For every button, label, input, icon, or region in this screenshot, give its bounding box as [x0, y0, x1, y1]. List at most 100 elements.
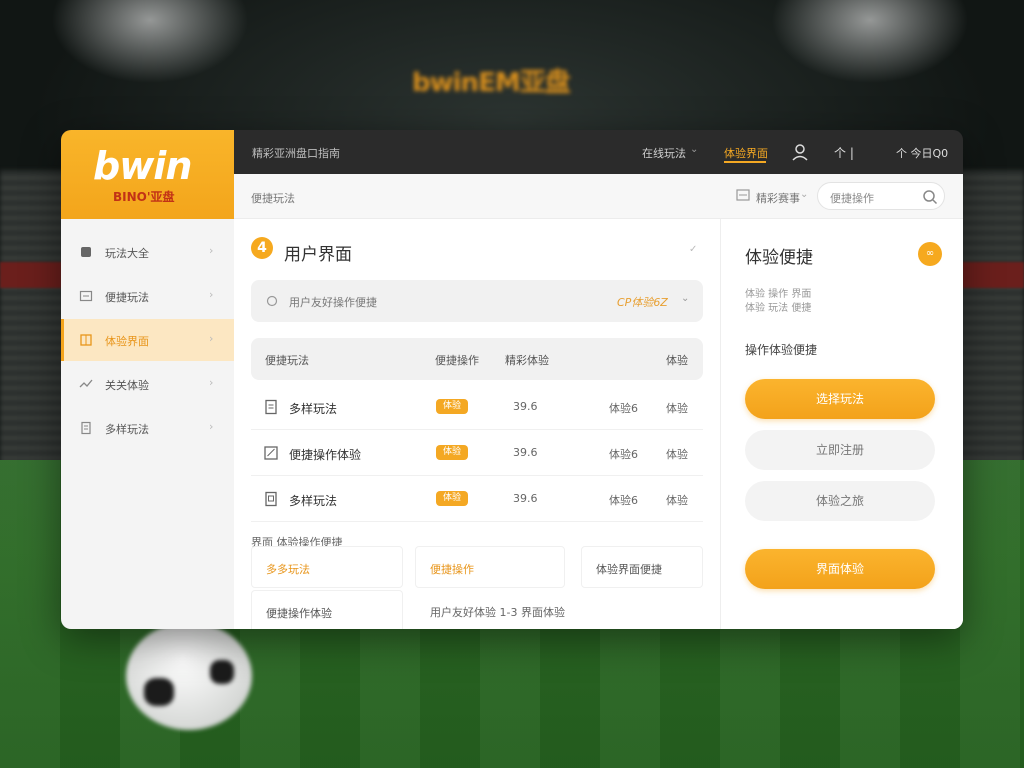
content-area: 便捷玩法 精彩赛事 ⌄ 便捷操作 4 用户界面 ✓ 用户友好操作便捷 CP体验6… [234, 174, 963, 629]
brand-subtitle: BINO'亚盘 [113, 190, 175, 204]
chevron-down-icon[interactable]: ⌄ [800, 189, 808, 200]
sidebar-item-4[interactable]: 关关体验 › [61, 363, 234, 405]
active-tab-underline [724, 161, 766, 163]
link-icon[interactable]: ∞ [918, 242, 942, 266]
subbar-label: 便捷玩法 [251, 192, 295, 205]
settings-icon [266, 295, 278, 307]
topbar-time: 个 今日Q0 [896, 147, 949, 160]
search-placeholder: 便捷操作 [830, 192, 874, 205]
filter-dropdown[interactable]: 精彩赛事 [756, 190, 800, 206]
bottom-text: 用户友好体验 1-3 界面体验 [430, 606, 565, 619]
chevron-down-icon[interactable]: ⌄ [690, 144, 698, 155]
chevron-right-icon: › [209, 244, 214, 257]
chevron-right-icon: › [209, 288, 214, 301]
sidebar-item-label: 便捷玩法 [105, 291, 149, 304]
stands-right [954, 170, 1024, 470]
row-name: 多样玩法 [289, 494, 338, 508]
right-panel: 体验便捷 ∞ 体验 操作 界面 体验 玩法 便捷 操作体验便捷 选择玩法 立即注… [720, 219, 963, 629]
row-value-2: 体验6 [609, 402, 638, 415]
row-end: 体验 [666, 402, 688, 415]
user-icon[interactable] [790, 142, 810, 162]
right-meta-2: 体验 玩法 便捷 [745, 303, 812, 314]
doc-icon [81, 421, 91, 435]
filter-select[interactable]: 用户友好操作便捷 CP体验6Z ⌄ [251, 280, 703, 322]
ad-board-left [0, 262, 62, 288]
row-badge: 体验 [436, 491, 468, 506]
search-icon[interactable] [922, 189, 938, 205]
row-badge: 体验 [436, 399, 468, 414]
right-panel-title: 体验便捷 [745, 248, 813, 268]
chevron-down-icon: ⌄ [681, 293, 690, 304]
soccer-ball-image [126, 622, 252, 730]
chevron-right-icon: › [209, 376, 214, 389]
register-button[interactable]: 立即注册 [745, 430, 935, 470]
row-value: 39.6 [513, 446, 538, 459]
sidebar-item-1[interactable]: 玩法大全 › [61, 231, 234, 273]
panel-title: 用户界面 [284, 245, 352, 265]
chevron-right-icon: › [209, 332, 214, 345]
list-icon [79, 290, 93, 302]
ad-board-right [962, 262, 1024, 288]
sidebar-item-label: 体验界面 [105, 335, 149, 348]
stands-left [0, 170, 70, 470]
sub-toolbar: 便捷玩法 精彩赛事 ⌄ 便捷操作 [234, 174, 963, 219]
sidebar-item-2[interactable]: 便捷玩法 › [61, 275, 234, 317]
sidebar-item-label: 玩法大全 [105, 247, 149, 260]
sidebar-item-3[interactable]: 体验界面 › [61, 319, 234, 361]
select-play-button[interactable]: 选择玩法 [745, 379, 935, 419]
table-row[interactable]: 多样玩法 体验 39.6 体验6 体验 [251, 384, 703, 430]
top-menu-item-1[interactable]: 在线玩法 [642, 145, 686, 161]
edit-icon [264, 446, 278, 460]
interface-button[interactable]: 界面体验 [745, 549, 935, 589]
filter-icon[interactable] [736, 189, 750, 201]
column-header[interactable]: 精彩体验 [505, 352, 549, 368]
sidebar-item-label: 关关体验 [105, 379, 149, 392]
column-header[interactable]: 便捷玩法 [265, 352, 309, 368]
cell-label: 便捷操作 [430, 563, 474, 576]
background-logo: bwinEM亚盘 [412, 55, 632, 105]
document-icon [265, 491, 277, 507]
filter-text: 用户友好操作便捷 [289, 296, 377, 309]
topbar-title: 精彩亚洲盘口指南 [252, 147, 340, 160]
sidebar-item-5[interactable]: 多样玩法 › [61, 407, 234, 449]
cell-label: 便捷操作体验 [266, 607, 332, 620]
column-header[interactable]: 体验 [666, 352, 688, 368]
cell-label: 多多玩法 [266, 563, 310, 576]
step-number-badge: 4 [251, 237, 273, 259]
row-value-2: 体验6 [609, 494, 638, 507]
brand-block[interactable]: bwin BINO'亚盘 [61, 130, 234, 219]
filter-value: CP体验6Z [617, 296, 668, 309]
column-header[interactable]: 便捷操作 [435, 352, 479, 368]
brand-logo: bwin [93, 144, 192, 188]
background-logo-suffix: EM亚盘 [478, 68, 571, 98]
table-header: 便捷玩法 便捷操作 精彩体验 体验 [251, 338, 703, 380]
row-end: 体验 [666, 448, 688, 461]
option-cell-1[interactable]: 多多玩法 [251, 546, 403, 588]
experience-button[interactable]: 体验之旅 [745, 481, 935, 521]
top-menu-item-2[interactable]: 体验界面 [724, 145, 768, 161]
right-meta-1: 体验 操作 界面 [745, 289, 812, 300]
top-bar: 精彩亚洲盘口指南 在线玩法 ⌄ 体验界面 个 | 个 今日Q0 [234, 130, 963, 174]
app-window: bwin BINO'亚盘 精彩亚洲盘口指南 在线玩法 ⌄ 体验界面 个 | 个 … [61, 130, 963, 629]
chevron-right-icon: › [209, 420, 214, 433]
cell-label: 体验界面便捷 [596, 563, 662, 576]
sidebar: 玩法大全 › 便捷玩法 › 体验界面 › 关关体验 › 多样玩法 › [61, 219, 234, 629]
row-value-2: 体验6 [609, 448, 638, 461]
row-badge: 体验 [436, 445, 468, 460]
option-cell-4[interactable]: 便捷操作体验 [251, 590, 403, 629]
right-subtitle: 操作体验便捷 [745, 343, 818, 357]
search-input[interactable]: 便捷操作 [817, 182, 945, 210]
option-cell-3[interactable]: 体验界面便捷 [581, 546, 703, 588]
sidebar-item-label: 多样玩法 [105, 423, 149, 436]
file-icon [265, 399, 277, 415]
table-row[interactable]: 多样玩法 体验 39.6 体验6 体验 [251, 476, 703, 522]
home-icon [81, 247, 91, 257]
table-row[interactable]: 便捷操作体验 体验 39.6 体验6 体验 [251, 430, 703, 476]
grid-icon [80, 334, 92, 346]
signal-indicator: 个 | [834, 146, 854, 160]
row-end: 体验 [666, 494, 688, 507]
background-logo-main: bwin [412, 68, 479, 98]
row-name: 便捷操作体验 [289, 448, 362, 462]
row-value: 39.6 [513, 400, 538, 413]
option-cell-2[interactable]: 便捷操作 [415, 546, 565, 588]
